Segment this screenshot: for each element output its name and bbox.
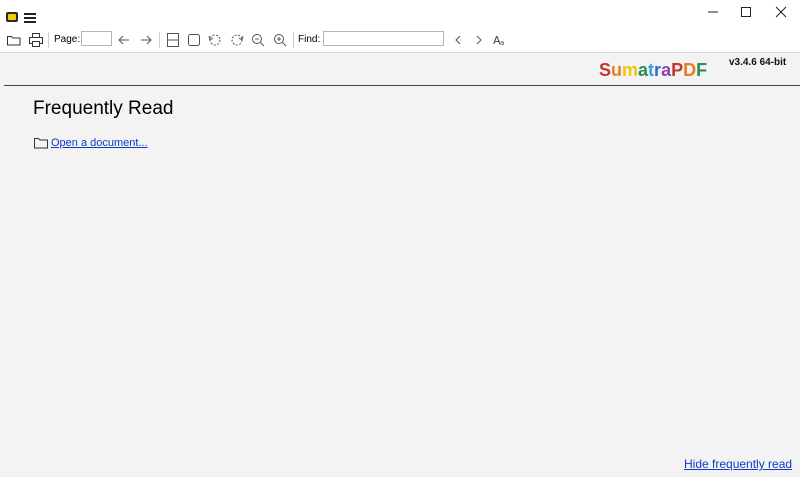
fit-width-icon[interactable] <box>186 32 202 48</box>
svg-text:a: a <box>500 39 504 47</box>
header-divider <box>4 85 800 86</box>
logo-letter: u <box>611 60 623 80</box>
folder-icon <box>34 138 48 149</box>
close-button[interactable] <box>764 0 798 24</box>
page-title: Frequently Read <box>33 98 174 119</box>
close-icon <box>775 6 787 18</box>
maximize-button[interactable] <box>729 0 763 24</box>
zoom-out-icon[interactable] <box>250 32 266 48</box>
page-label: Page: <box>54 34 81 45</box>
logo-letter: r <box>654 60 662 80</box>
version-label: v3.4.6 64-bit <box>729 57 787 68</box>
sumatra-app-icon[interactable] <box>6 12 18 22</box>
fit-page-icon[interactable] <box>165 32 181 48</box>
find-label: Find: <box>298 34 321 45</box>
find-previous-icon[interactable] <box>450 32 466 48</box>
toolbar-separator <box>48 32 49 48</box>
minimize-icon <box>708 11 718 13</box>
print-icon[interactable] <box>28 32 44 48</box>
previous-page-icon[interactable] <box>116 32 132 48</box>
logo-letter: m <box>622 60 639 80</box>
rotate-left-icon[interactable] <box>207 32 223 48</box>
match-case-icon[interactable]: A a <box>492 32 508 48</box>
logo-letter: P <box>671 60 684 80</box>
logo-letter: a <box>638 60 649 80</box>
minimize-button[interactable] <box>696 0 730 24</box>
sumatrapdf-logo: SumatraPDF <box>599 60 707 81</box>
title-bar <box>0 0 800 28</box>
find-input[interactable] <box>323 31 444 46</box>
maximize-icon <box>741 7 751 17</box>
hamburger-menu-icon[interactable] <box>24 13 36 23</box>
rotate-right-icon[interactable] <box>229 32 245 48</box>
logo-letter: S <box>599 60 612 80</box>
open-document-link[interactable]: Open a document... <box>51 137 148 149</box>
open-folder-icon[interactable] <box>6 32 22 48</box>
toolbar-separator <box>293 32 294 48</box>
logo-letter: a <box>661 60 672 80</box>
find-next-icon[interactable] <box>471 32 487 48</box>
zoom-in-icon[interactable] <box>272 32 288 48</box>
hide-frequently-read-link[interactable]: Hide frequently read <box>684 457 792 471</box>
toolbar: Page: Find: A a <box>0 28 800 53</box>
toolbar-separator <box>159 32 160 48</box>
page-number-input[interactable] <box>81 31 112 46</box>
next-page-icon[interactable] <box>138 32 154 48</box>
logo-letter: D <box>683 60 697 80</box>
logo-letter: F <box>696 60 708 80</box>
